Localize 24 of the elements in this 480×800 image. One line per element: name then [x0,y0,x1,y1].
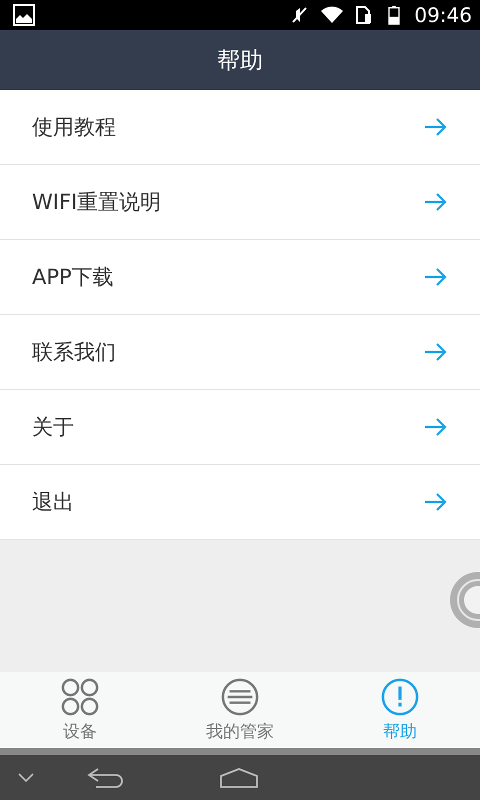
arrow-right-icon [424,492,448,512]
arrow-right-icon [424,192,448,212]
arrow-right-icon [424,267,448,287]
four-circles-icon [61,678,99,716]
arrow-right-icon [424,342,448,362]
menu-item[interactable]: 退出 [0,465,480,540]
image-icon [13,4,35,26]
arrow-right-icon [424,417,448,437]
info-icon [381,678,419,716]
menu-item[interactable]: APP下载 [0,240,480,315]
menu-item[interactable]: WIFI重置说明 [0,165,480,240]
arrow-right-icon [424,117,448,137]
menu-icon [221,678,259,716]
back-icon[interactable] [86,766,124,788]
chevron-down-icon[interactable] [18,772,34,782]
menu-item[interactable]: 使用教程 [0,90,480,165]
tab[interactable]: 设备 [0,672,160,748]
clock-time: 09:46 [414,3,472,27]
wifi-icon [320,5,344,25]
menu-item[interactable]: 联系我们 [0,315,480,390]
page-title: 帮助 [217,46,263,76]
home-icon[interactable] [220,768,258,788]
menu-item[interactable]: 关于 [0,390,480,465]
tab[interactable]: 我的管家 [160,672,320,748]
